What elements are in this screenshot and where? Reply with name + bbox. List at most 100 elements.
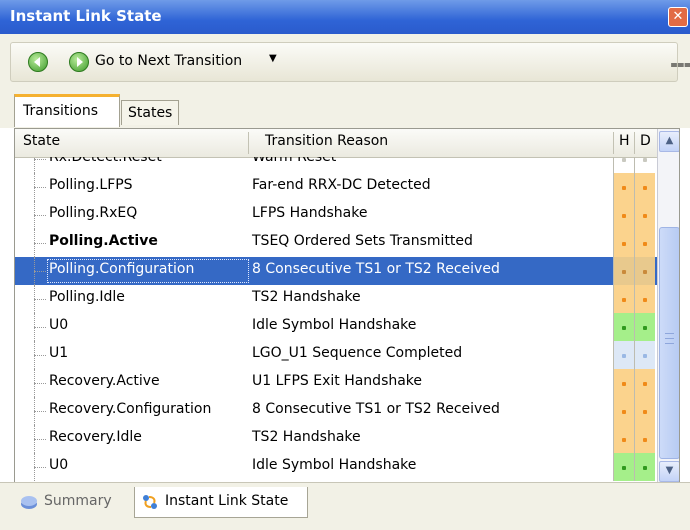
header-transition-reason[interactable]: Transition Reason [265,133,388,149]
row-transition-reason: U1 LFPS Exit Handshake [252,373,423,389]
row-state: U0 [49,317,69,333]
go-to-next-transition-button[interactable]: Go to Next Transition [95,53,242,69]
row-d-indicator [634,425,655,453]
table-row[interactable]: U0 Idle Symbol Handshake [15,453,657,481]
back-button[interactable] [28,52,48,72]
row-d-indicator [634,453,655,481]
row-h-indicator [613,173,634,201]
scroll-up-button[interactable]: ▲ [659,131,679,152]
scroll-down-button[interactable]: ▼ [659,461,679,482]
close-button[interactable]: ✕ [668,7,688,27]
row-d-indicator [634,397,655,425]
tab-transitions[interactable]: Transitions [14,94,120,127]
row-state: U1 [49,345,69,361]
indicator-dot [643,410,647,414]
row-state: U0 [49,457,69,473]
row-state: Recovery.Idle [49,429,142,445]
instant-link-state-icon [143,495,157,509]
indicator-dot [643,382,647,386]
toolbar: Go to Next Transition ▼ ⩶ [0,34,690,82]
indicator-dot [622,410,626,414]
row-state: Polling.Configuration [49,261,195,277]
indicator-dot [622,214,626,218]
table-row[interactable]: Polling.Idle TS2 Handshake [15,285,657,313]
row-transition-reason: Warm Reset [252,157,337,165]
window-title: Instant Link State [10,7,162,25]
grid-rows: Rx.Detect.Reset Warm Reset Polling.LFPS Far… [15,157,657,483]
indicator-dot [643,270,647,274]
indicator-dot [622,158,626,162]
table-row[interactable]: U1 LGO_U1 Sequence Completed [15,341,657,369]
table-row[interactable]: Polling.LFPS Far-end RRX-DC Detected [15,173,657,201]
tree-connector [31,229,47,257]
indicator-dot [643,354,647,358]
row-state: Polling.Active [49,233,158,249]
row-transition-reason: 8 Consecutive TS1 or TS2 Received [252,401,500,417]
header-d[interactable]: D [640,133,651,149]
indicator-dot [622,382,626,386]
table-row[interactable]: Polling.RxEQ LFPS Handshake [15,201,657,229]
row-h-indicator [613,257,634,285]
indicator-dot [643,186,647,190]
header-state[interactable]: State [23,133,60,149]
bottom-tab-summary-label: Summary [44,493,112,509]
table-row[interactable]: Recovery.Idle TS2 Handshake [15,425,657,453]
row-d-indicator [634,229,655,257]
indicator-dot [622,438,626,442]
next-circle-icon [77,57,83,67]
tree-connector [31,425,47,453]
row-transition-reason: Idle Symbol Handshake [252,457,417,473]
tree-connector [31,257,47,285]
indicator-dot [622,466,626,470]
vertical-scrollbar[interactable]: ▲ ▼ [657,129,679,483]
indicator-dot [643,214,647,218]
transitions-grid: State Transition Reason H D Rx.Detect.Re… [14,128,680,484]
row-state: Polling.RxEQ [49,205,138,221]
row-h-indicator [613,229,634,257]
row-state: Polling.Idle [49,289,125,305]
table-row[interactable]: U0 Idle Symbol Handshake [15,313,657,341]
tree-connector [31,453,47,481]
tree-connector [31,369,47,397]
indicator-dot [622,354,626,358]
table-row[interactable]: Recovery.Configuration 8 Consecutive TS1 … [15,397,657,425]
tab-states[interactable]: States [121,100,179,125]
back-circle-icon [34,57,40,67]
bottom-tab-summary[interactable]: Summary [14,487,134,517]
row-d-indicator [634,285,655,313]
next-button-icon-wrap[interactable] [69,52,89,72]
table-row[interactable]: Recovery.Active U1 LFPS Exit Handshake [15,369,657,397]
row-d-indicator [634,157,655,173]
grid-header: State Transition Reason H D [15,129,679,158]
row-d-indicator [634,173,655,201]
indicator-dot [622,326,626,330]
bottom-tab-instant-link-state[interactable]: Instant Link State [134,487,308,518]
row-transition-reason: TS2 Handshake [252,289,361,305]
header-h[interactable]: H [619,133,630,149]
indicator-dot [643,438,647,442]
table-row[interactable]: Rx.Detect.Reset Warm Reset [15,157,657,173]
chevron-down-icon[interactable]: ▼ [269,53,277,64]
table-row[interactable]: Polling.Configuration 8 Consecutive TS1 o… [15,257,657,285]
row-d-indicator [634,201,655,229]
tree-connector [31,341,47,369]
toolbar-panel: Go to Next Transition ▼ ⩶ [10,42,690,82]
row-transition-reason: TS2 Handshake [252,429,361,445]
tree-connector [31,173,47,201]
row-transition-reason: 8 Consecutive TS1 or TS2 Received [252,261,500,277]
row-h-indicator [613,157,634,173]
row-h-indicator [613,341,634,369]
row-h-indicator [613,397,634,425]
indicator-dot [622,298,626,302]
close-icon: ✕ [672,9,684,24]
row-h-indicator [613,453,634,481]
toolbar-overflow-icon[interactable]: ⩶ [670,57,690,72]
row-transition-reason: TSEQ Ordered Sets Transmitted [252,233,473,249]
tree-connector [31,157,47,173]
row-transition-reason: Idle Symbol Handshake [252,317,417,333]
view-tabs: Transitions States [0,82,690,128]
indicator-dot [643,326,647,330]
table-row[interactable]: Polling.Active TSEQ Ordered Sets Transmit… [15,229,657,257]
scroll-thumb[interactable] [659,227,679,459]
row-d-indicator [634,313,655,341]
